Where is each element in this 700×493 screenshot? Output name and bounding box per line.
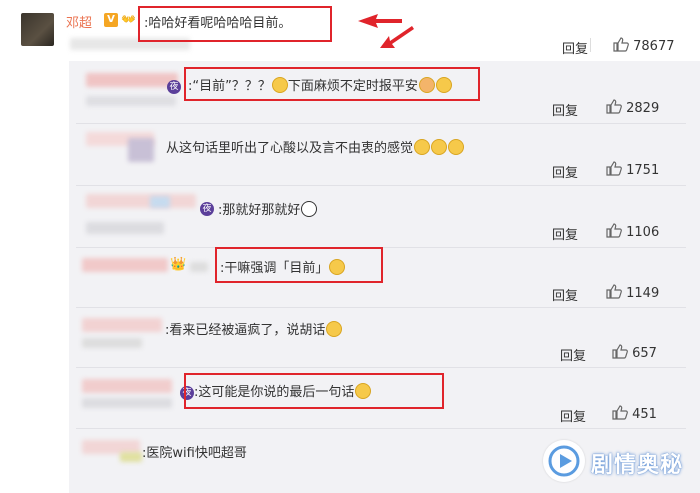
like-button[interactable]: 1751 (606, 161, 659, 178)
dog-emoji-icon (329, 259, 346, 275)
reply-text: :医院wifi快吧超哥 (142, 446, 247, 461)
like-button[interactable]: 78677 (613, 37, 675, 54)
blurred-meta (86, 222, 164, 234)
reply-button[interactable]: 回复 (560, 406, 586, 425)
night-badge-icon: 夜 (167, 80, 181, 94)
like-count: 78677 (633, 39, 675, 54)
reply-text: :干嘛强调「目前」 (220, 257, 346, 276)
divider (76, 185, 686, 186)
reply-button[interactable]: 回复 (552, 224, 578, 243)
reply-text: :这可能是你说的最后一句话 (194, 381, 372, 400)
dog-emoji-icon (414, 139, 431, 155)
dog-emoji-icon (326, 321, 343, 337)
reply-text: :“目前”？？？ 下面麻烦不定时报平安 (188, 75, 452, 94)
divider (76, 428, 686, 429)
dog-emoji-icon (448, 139, 465, 155)
like-count: 1149 (626, 286, 660, 301)
dog-emoji-icon (435, 77, 452, 93)
reply-button[interactable]: 回复 (552, 162, 578, 181)
blurred-username (86, 73, 178, 87)
blurred-meta (190, 262, 208, 272)
panda-emoji-icon (301, 201, 318, 217)
like-count: 2829 (626, 101, 660, 116)
like-button[interactable]: 2829 (606, 99, 659, 116)
reply-button[interactable]: 回复 (552, 285, 578, 304)
thumbs-up-icon (606, 161, 622, 176)
play-icon (548, 445, 580, 477)
blurred-avatar (128, 138, 154, 162)
reply-text: 从这句话里听出了心酸以及言不由衷的感觉 (166, 137, 465, 156)
divider (76, 307, 686, 308)
blurred-avatar (86, 96, 176, 106)
blurred-username (86, 194, 196, 208)
dog-emoji-icon (431, 139, 448, 155)
divider (76, 367, 686, 368)
reply-button[interactable]: 回复 (552, 100, 578, 119)
crown-badge-icon: 👑 (170, 257, 187, 272)
night-badge-icon: 夜 (200, 202, 214, 216)
thumbs-up-icon (606, 99, 622, 114)
reply-text: :那就好那就好 (218, 199, 318, 218)
like-count: 657 (632, 346, 657, 361)
watermark-text: 剧情奥秘 (591, 453, 684, 478)
blurred-meta (82, 398, 172, 408)
watermark-logo-icon (543, 440, 585, 482)
blurred-avatar (120, 452, 142, 462)
reply-text: :看来已经被逼疯了，说胡话 (165, 319, 343, 338)
thumbs-up-icon (612, 405, 628, 420)
blurred-username (82, 258, 168, 272)
reply-button[interactable]: 回复 (560, 345, 586, 364)
thumbs-up-icon (612, 344, 628, 359)
dog-emoji-icon (355, 383, 372, 399)
divider (590, 38, 591, 52)
like-button[interactable]: 1149 (606, 284, 659, 301)
blurred-username (82, 379, 172, 393)
thumbs-up-icon (606, 223, 622, 238)
divider (76, 123, 686, 124)
like-button[interactable]: 1106 (606, 223, 659, 240)
blurred-username (82, 318, 162, 332)
blurred-meta (82, 338, 142, 348)
like-button[interactable]: 657 (612, 344, 657, 361)
like-count: 1751 (626, 163, 660, 178)
like-button[interactable]: 451 (612, 405, 657, 422)
dog-emoji-icon (271, 77, 288, 93)
clap-emoji-icon (418, 77, 435, 93)
blurred-avatar (150, 196, 170, 208)
reply-button[interactable]: 回复 (562, 38, 588, 57)
like-count: 1106 (626, 225, 660, 240)
thumbs-up-icon (606, 284, 622, 299)
thumbs-up-icon (613, 37, 629, 52)
like-count: 451 (632, 407, 657, 422)
